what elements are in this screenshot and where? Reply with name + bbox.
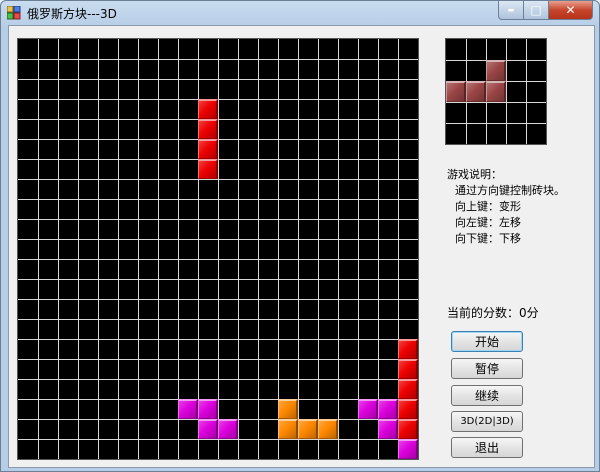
game-board[interactable] bbox=[17, 38, 419, 460]
block-cell bbox=[378, 419, 398, 439]
grid-line-vertical bbox=[258, 39, 259, 459]
grid-line-vertical bbox=[358, 39, 359, 459]
grid-line-vertical bbox=[138, 39, 139, 459]
block-cell bbox=[486, 81, 506, 102]
window-controls: ▬ □ ✕ bbox=[498, 1, 593, 21]
grid-line-vertical bbox=[98, 39, 99, 459]
grid-line-horizontal bbox=[18, 59, 418, 60]
minimize-icon: ▬ bbox=[507, 6, 515, 14]
block-cell bbox=[278, 419, 298, 439]
grid-line-horizontal bbox=[18, 99, 418, 100]
block-cell bbox=[278, 399, 298, 419]
grid-line-vertical bbox=[58, 39, 59, 459]
resume-button[interactable]: 继续 bbox=[451, 385, 523, 406]
grid-line-horizontal bbox=[18, 319, 418, 320]
window-title: 俄罗斯方块---3D bbox=[27, 7, 117, 21]
instruction-line: 向上键：变形 bbox=[455, 200, 521, 213]
grid-line-horizontal bbox=[18, 299, 418, 300]
grid-line-horizontal bbox=[18, 379, 418, 380]
grid-line-vertical bbox=[238, 39, 239, 459]
block-cell bbox=[198, 119, 218, 139]
score-value: 0分 bbox=[519, 306, 539, 320]
close-button[interactable]: ✕ bbox=[549, 1, 593, 20]
block-cell bbox=[198, 399, 218, 419]
grid-line-vertical bbox=[118, 39, 119, 459]
next-piece-preview bbox=[445, 38, 547, 145]
block-cell bbox=[398, 379, 418, 399]
block-cell bbox=[198, 419, 218, 439]
block-cell bbox=[198, 99, 218, 119]
title-bar[interactable]: 俄罗斯方块---3D ▬ □ ✕ bbox=[1, 1, 599, 25]
block-cell bbox=[486, 60, 506, 81]
grid-line-horizontal bbox=[18, 139, 418, 140]
exit-button[interactable]: 退出 bbox=[451, 437, 523, 458]
grid-line-vertical bbox=[178, 39, 179, 459]
grid-line-horizontal bbox=[446, 123, 546, 124]
block-cell bbox=[198, 139, 218, 159]
close-icon: ✕ bbox=[565, 3, 576, 17]
pause-button[interactable]: 暂停 bbox=[451, 358, 523, 379]
grid-line-vertical bbox=[298, 39, 299, 459]
score-label: 当前的分数： bbox=[447, 306, 520, 320]
grid-line-vertical bbox=[378, 39, 379, 459]
block-cell bbox=[398, 399, 418, 419]
instruction-line: 通过方向键控制砖块。 bbox=[455, 184, 565, 197]
instructions-panel: 游戏说明： 通过方向键控制砖块。 向上键：变形 向左键：左移 向下键：下移 bbox=[447, 167, 565, 247]
start-button[interactable]: 开始 bbox=[451, 331, 523, 352]
grid-line-vertical bbox=[38, 39, 39, 459]
grid-line-horizontal bbox=[18, 199, 418, 200]
app-icon bbox=[7, 6, 21, 20]
grid-line-vertical bbox=[158, 39, 159, 459]
maximize-icon: □ bbox=[530, 3, 542, 17]
block-cell bbox=[178, 399, 198, 419]
score-display: 当前的分数：0分 bbox=[447, 304, 539, 321]
mode-toggle-button[interactable]: 3D(2D|3D) bbox=[451, 411, 523, 432]
block-cell bbox=[198, 159, 218, 179]
grid-line-horizontal bbox=[18, 159, 418, 160]
grid-line-horizontal bbox=[18, 119, 418, 120]
grid-line-horizontal bbox=[18, 219, 418, 220]
instruction-line: 向左键：左移 bbox=[455, 216, 521, 229]
client-area: 游戏说明： 通过方向键控制砖块。 向上键：变形 向左键：左移 向下键：下移 当前… bbox=[8, 25, 595, 468]
block-cell bbox=[398, 359, 418, 379]
maximize-button[interactable]: □ bbox=[524, 1, 549, 20]
block-cell bbox=[398, 339, 418, 359]
grid-line-vertical bbox=[278, 39, 279, 459]
grid-line-vertical bbox=[506, 39, 507, 144]
block-cell bbox=[446, 81, 466, 102]
instruction-line: 向下键：下移 bbox=[455, 232, 521, 245]
grid-line-vertical bbox=[318, 39, 319, 459]
grid-line-horizontal bbox=[446, 102, 546, 103]
grid-line-horizontal bbox=[18, 339, 418, 340]
grid-line-horizontal bbox=[18, 239, 418, 240]
grid-line-horizontal bbox=[18, 79, 418, 80]
block-cell bbox=[398, 439, 418, 459]
grid-line-horizontal bbox=[18, 179, 418, 180]
grid-line-vertical bbox=[338, 39, 339, 459]
grid-line-horizontal bbox=[18, 439, 418, 440]
block-cell bbox=[398, 419, 418, 439]
block-cell bbox=[358, 399, 378, 419]
grid-line-horizontal bbox=[18, 359, 418, 360]
grid-line-vertical bbox=[218, 39, 219, 459]
instructions-heading: 游戏说明： bbox=[447, 168, 502, 181]
block-cell bbox=[318, 419, 338, 439]
grid-line-horizontal bbox=[18, 279, 418, 280]
game-window: 俄罗斯方块---3D ▬ □ ✕ 游戏说明： 通过方向键控制砖块。 向上键：变形… bbox=[0, 0, 600, 472]
block-cell bbox=[466, 81, 486, 102]
grid-line-vertical bbox=[78, 39, 79, 459]
grid-line-vertical bbox=[526, 39, 527, 144]
block-cell bbox=[218, 419, 238, 439]
block-cell bbox=[298, 419, 318, 439]
block-cell bbox=[378, 399, 398, 419]
minimize-button[interactable]: ▬ bbox=[498, 1, 524, 20]
grid-line-horizontal bbox=[18, 259, 418, 260]
